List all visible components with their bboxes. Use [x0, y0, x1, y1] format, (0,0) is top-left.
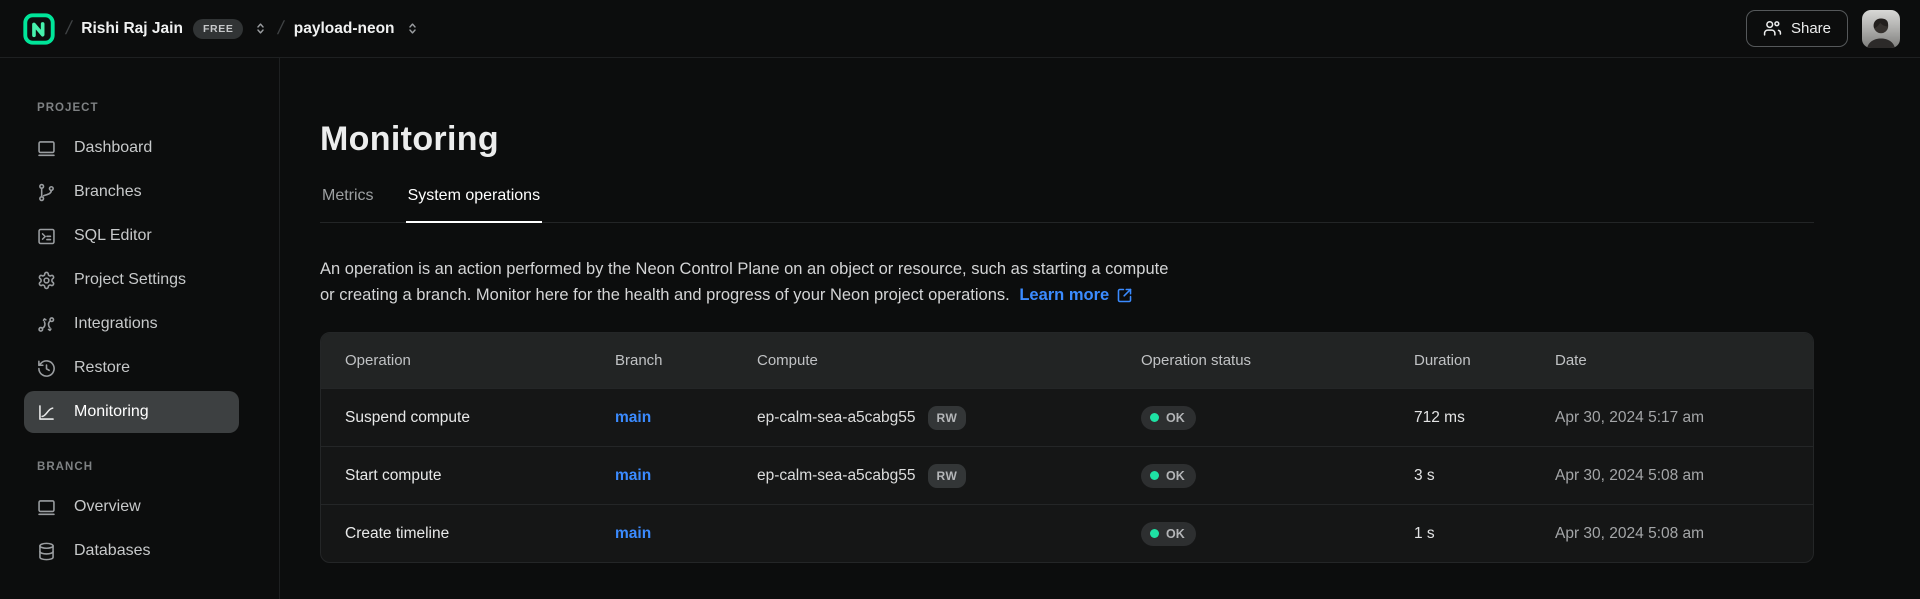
date-cell: Apr 30, 2024 5:08 am [1555, 467, 1813, 485]
operations-description: An operation is an action performed by t… [320, 256, 1920, 308]
col-operation-status: Operation status [1141, 352, 1414, 369]
breadcrumb-separator: / [276, 18, 286, 40]
col-compute: Compute [757, 352, 1141, 369]
status-badge: OK [1141, 464, 1196, 488]
project-name: payload-neon [294, 20, 395, 38]
status-cell: OK [1141, 464, 1414, 488]
status-ok-dot-icon [1150, 413, 1159, 422]
col-branch: Branch [615, 352, 757, 369]
sidebar-item-label: Branches [74, 183, 142, 201]
date-cell: Apr 30, 2024 5:08 am [1555, 525, 1813, 543]
monitoring-chart-icon [36, 402, 57, 423]
sidebar-item-databases[interactable]: Databases [24, 530, 239, 572]
status-ok-dot-icon [1150, 471, 1159, 480]
breadcrumb-project[interactable]: payload-neon [294, 20, 420, 38]
status-ok-dot-icon [1150, 529, 1159, 538]
date-cell: Apr 30, 2024 5:17 am [1555, 409, 1813, 427]
org-name: Rishi Raj Jain [81, 20, 183, 38]
rw-badge: RW [928, 406, 967, 430]
sidebar-item-project-settings[interactable]: Project Settings [24, 259, 239, 301]
users-icon [1763, 19, 1782, 38]
page-title: Monitoring [320, 120, 1920, 159]
description-line-2: or creating a branch. Monitor here for t… [320, 286, 1010, 304]
sidebar-item-label: Restore [74, 359, 130, 377]
compute-name: ep-calm-sea-a5cabg55 [757, 409, 916, 427]
status-badge: OK [1141, 406, 1196, 430]
branch-link[interactable]: main [615, 409, 651, 426]
table-row: Start compute main ep-calm-sea-a5cabg55 … [321, 446, 1813, 504]
sidebar-item-integrations[interactable]: Integrations [24, 303, 239, 345]
table-row: Create timeline main OK 1 s Apr 30, 2024… [321, 504, 1813, 562]
description-line-1: An operation is an action performed by t… [320, 260, 1168, 278]
chevron-updown-icon [253, 21, 268, 36]
sidebar-item-label: Integrations [74, 315, 158, 333]
sidebar-section-project: PROJECT [37, 102, 279, 114]
status-label: OK [1166, 411, 1185, 425]
operations-table: Operation Branch Compute Operation statu… [320, 332, 1814, 563]
database-icon [36, 541, 57, 562]
avatar-portrait [1862, 12, 1900, 48]
sidebar-item-label: SQL Editor [74, 227, 152, 245]
sidebar: PROJECT Dashboard Branches SQL Editor Pr… [0, 58, 280, 599]
neon-logo-icon [23, 13, 55, 45]
sidebar-item-overview[interactable]: Overview [24, 486, 239, 528]
compute-name: ep-calm-sea-a5cabg55 [757, 467, 916, 485]
col-date: Date [1555, 352, 1813, 369]
branch-link[interactable]: main [615, 525, 651, 542]
compute-cell: ep-calm-sea-a5cabg55 RW [757, 406, 1141, 430]
status-cell: OK [1141, 406, 1414, 430]
operation-cell: Suspend compute [321, 409, 615, 427]
breadcrumb-org[interactable]: Rishi Raj Jain FREE [81, 19, 268, 39]
duration-cell: 3 s [1414, 467, 1555, 485]
main-content: Monitoring Metrics System operations An … [281, 58, 1920, 599]
col-operation: Operation [321, 352, 615, 369]
operation-cell: Start compute [321, 467, 615, 485]
sidebar-item-dashboard[interactable]: Dashboard [24, 127, 239, 169]
rw-badge: RW [928, 464, 967, 488]
tab-metrics[interactable]: Metrics [320, 187, 376, 222]
overview-icon [36, 497, 57, 518]
status-cell: OK [1141, 522, 1414, 546]
sidebar-item-branches[interactable]: Branches [24, 171, 239, 213]
neon-logo[interactable] [22, 12, 56, 46]
integrations-icon [36, 314, 57, 335]
duration-cell: 1 s [1414, 525, 1555, 543]
sidebar-item-label: Databases [74, 542, 151, 560]
breadcrumb-separator: / [64, 18, 74, 40]
chevron-updown-icon [405, 21, 420, 36]
operation-cell: Create timeline [321, 525, 615, 543]
duration-cell: 712 ms [1414, 409, 1555, 427]
git-branch-icon [36, 182, 57, 203]
plan-badge: FREE [193, 19, 244, 39]
sidebar-item-label: Monitoring [74, 403, 149, 421]
sidebar-item-label: Dashboard [74, 139, 152, 157]
sidebar-item-sql-editor[interactable]: SQL Editor [24, 215, 239, 257]
user-avatar[interactable] [1862, 10, 1900, 48]
learn-more-link[interactable]: Learn more [1019, 282, 1133, 308]
share-button[interactable]: Share [1746, 10, 1848, 47]
sidebar-item-restore[interactable]: Restore [24, 347, 239, 389]
col-duration: Duration [1414, 352, 1555, 369]
tab-bar: Metrics System operations [320, 187, 1814, 223]
compute-cell: ep-calm-sea-a5cabg55 RW [757, 464, 1141, 488]
sidebar-item-label: Overview [74, 498, 141, 516]
external-link-icon [1116, 287, 1133, 304]
tab-system-operations[interactable]: System operations [406, 187, 543, 222]
gear-icon [36, 270, 57, 291]
dashboard-icon [36, 138, 57, 159]
learn-more-label: Learn more [1019, 282, 1109, 308]
sidebar-item-monitoring[interactable]: Monitoring [24, 391, 239, 433]
table-header-row: Operation Branch Compute Operation statu… [321, 333, 1813, 388]
sidebar-section-branch: BRANCH [37, 461, 279, 473]
status-label: OK [1166, 527, 1185, 541]
history-icon [36, 358, 57, 379]
status-label: OK [1166, 469, 1185, 483]
branch-link[interactable]: main [615, 467, 651, 484]
sidebar-item-label: Project Settings [74, 271, 186, 289]
table-row: Suspend compute main ep-calm-sea-a5cabg5… [321, 388, 1813, 446]
top-header: / Rishi Raj Jain FREE / payload-neon Sha… [0, 0, 1920, 58]
sql-editor-icon [36, 226, 57, 247]
status-badge: OK [1141, 522, 1196, 546]
share-label: Share [1791, 20, 1831, 37]
